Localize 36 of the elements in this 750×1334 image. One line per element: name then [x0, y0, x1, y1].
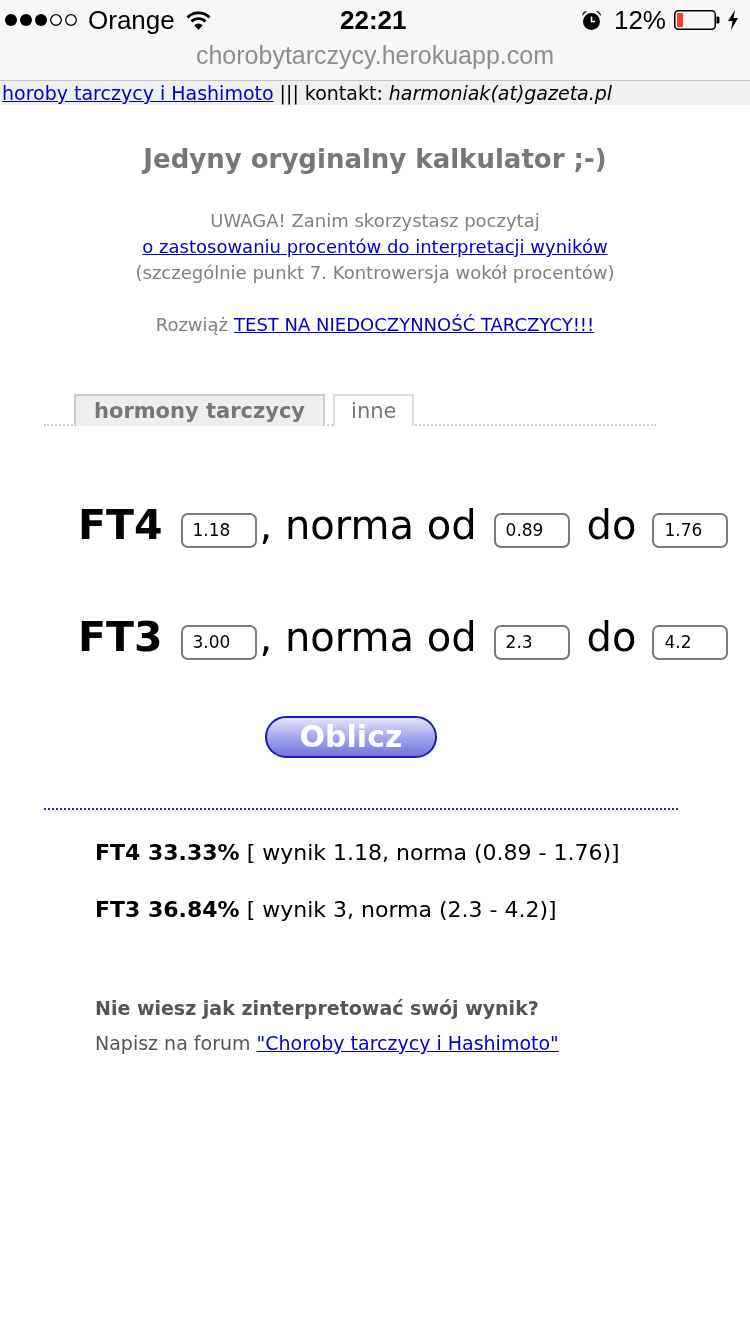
contact-email: harmoniak(at)gazeta.pl — [388, 81, 613, 105]
hormone-label: FT4 — [78, 500, 163, 550]
norm-from-label: , norma od — [259, 613, 477, 662]
test-label: Rozwiąż — [155, 313, 229, 337]
result-input[interactable]: 1.18 — [180, 512, 257, 548]
norm-to-label: do — [586, 613, 637, 662]
charging-bolt-icon — [728, 10, 738, 30]
page-title: Jedyny oryginalny kalkulator ;-) — [143, 143, 607, 176]
percentages-article-link[interactable]: o zastosowaniu procentów do interpretacji wyników — [142, 234, 608, 260]
battery-percentage: 12% — [613, 5, 666, 35]
forum-link[interactable]: horoby tarczycy i Hashimoto — [2, 81, 274, 105]
norm-to-label: do — [586, 501, 637, 550]
contact-label: ||| kontakt: — [279, 81, 383, 105]
norm-max-input[interactable]: 1.76 — [652, 512, 729, 548]
norm-min-input[interactable]: 0.89 — [493, 512, 570, 548]
clock-time: 22:21 — [340, 5, 407, 35]
help-question: Nie wiesz jak zinterpretować swój wynik? — [95, 996, 540, 1020]
result-text: FT3 36.84% [ wynik 3, norma (2.3 - 4.2)] — [95, 896, 558, 924]
forum-prompt: Napisz na forum — [95, 1031, 251, 1055]
tab[interactable]: inne — [333, 394, 415, 426]
warning-note: (szczególnie punkt 7. Kontrowersja wokół procentów) — [135, 261, 615, 285]
norm-min-input[interactable]: 2.3 — [493, 624, 570, 660]
alarm-clock-icon — [580, 9, 602, 31]
tab[interactable]: hormony tarczycy — [74, 394, 326, 426]
norm-max-input[interactable]: 4.2 — [652, 624, 729, 660]
carrier-name: Orange — [88, 5, 175, 35]
hormone-label: FT3 — [78, 612, 163, 662]
result-text: FT4 33.33% [ wynik 1.18, norma (0.89 - 1.76)] — [95, 839, 621, 867]
wifi-icon — [185, 10, 211, 30]
thyroid-test-link[interactable]: TEST NA NIEDOCZYNNOŚĆ TARCZYCY!!! — [234, 312, 595, 338]
warning-text: UWAGA! Zanim skorzystasz poczytaj — [210, 209, 540, 233]
battery-icon — [674, 10, 720, 30]
signal-icon — [4, 13, 80, 27]
forum-link[interactable]: "Choroby tarczycy i Hashimoto" — [256, 1031, 559, 1055]
result-input[interactable]: 3.00 — [180, 624, 257, 660]
norm-from-label: , norma od — [259, 501, 477, 550]
